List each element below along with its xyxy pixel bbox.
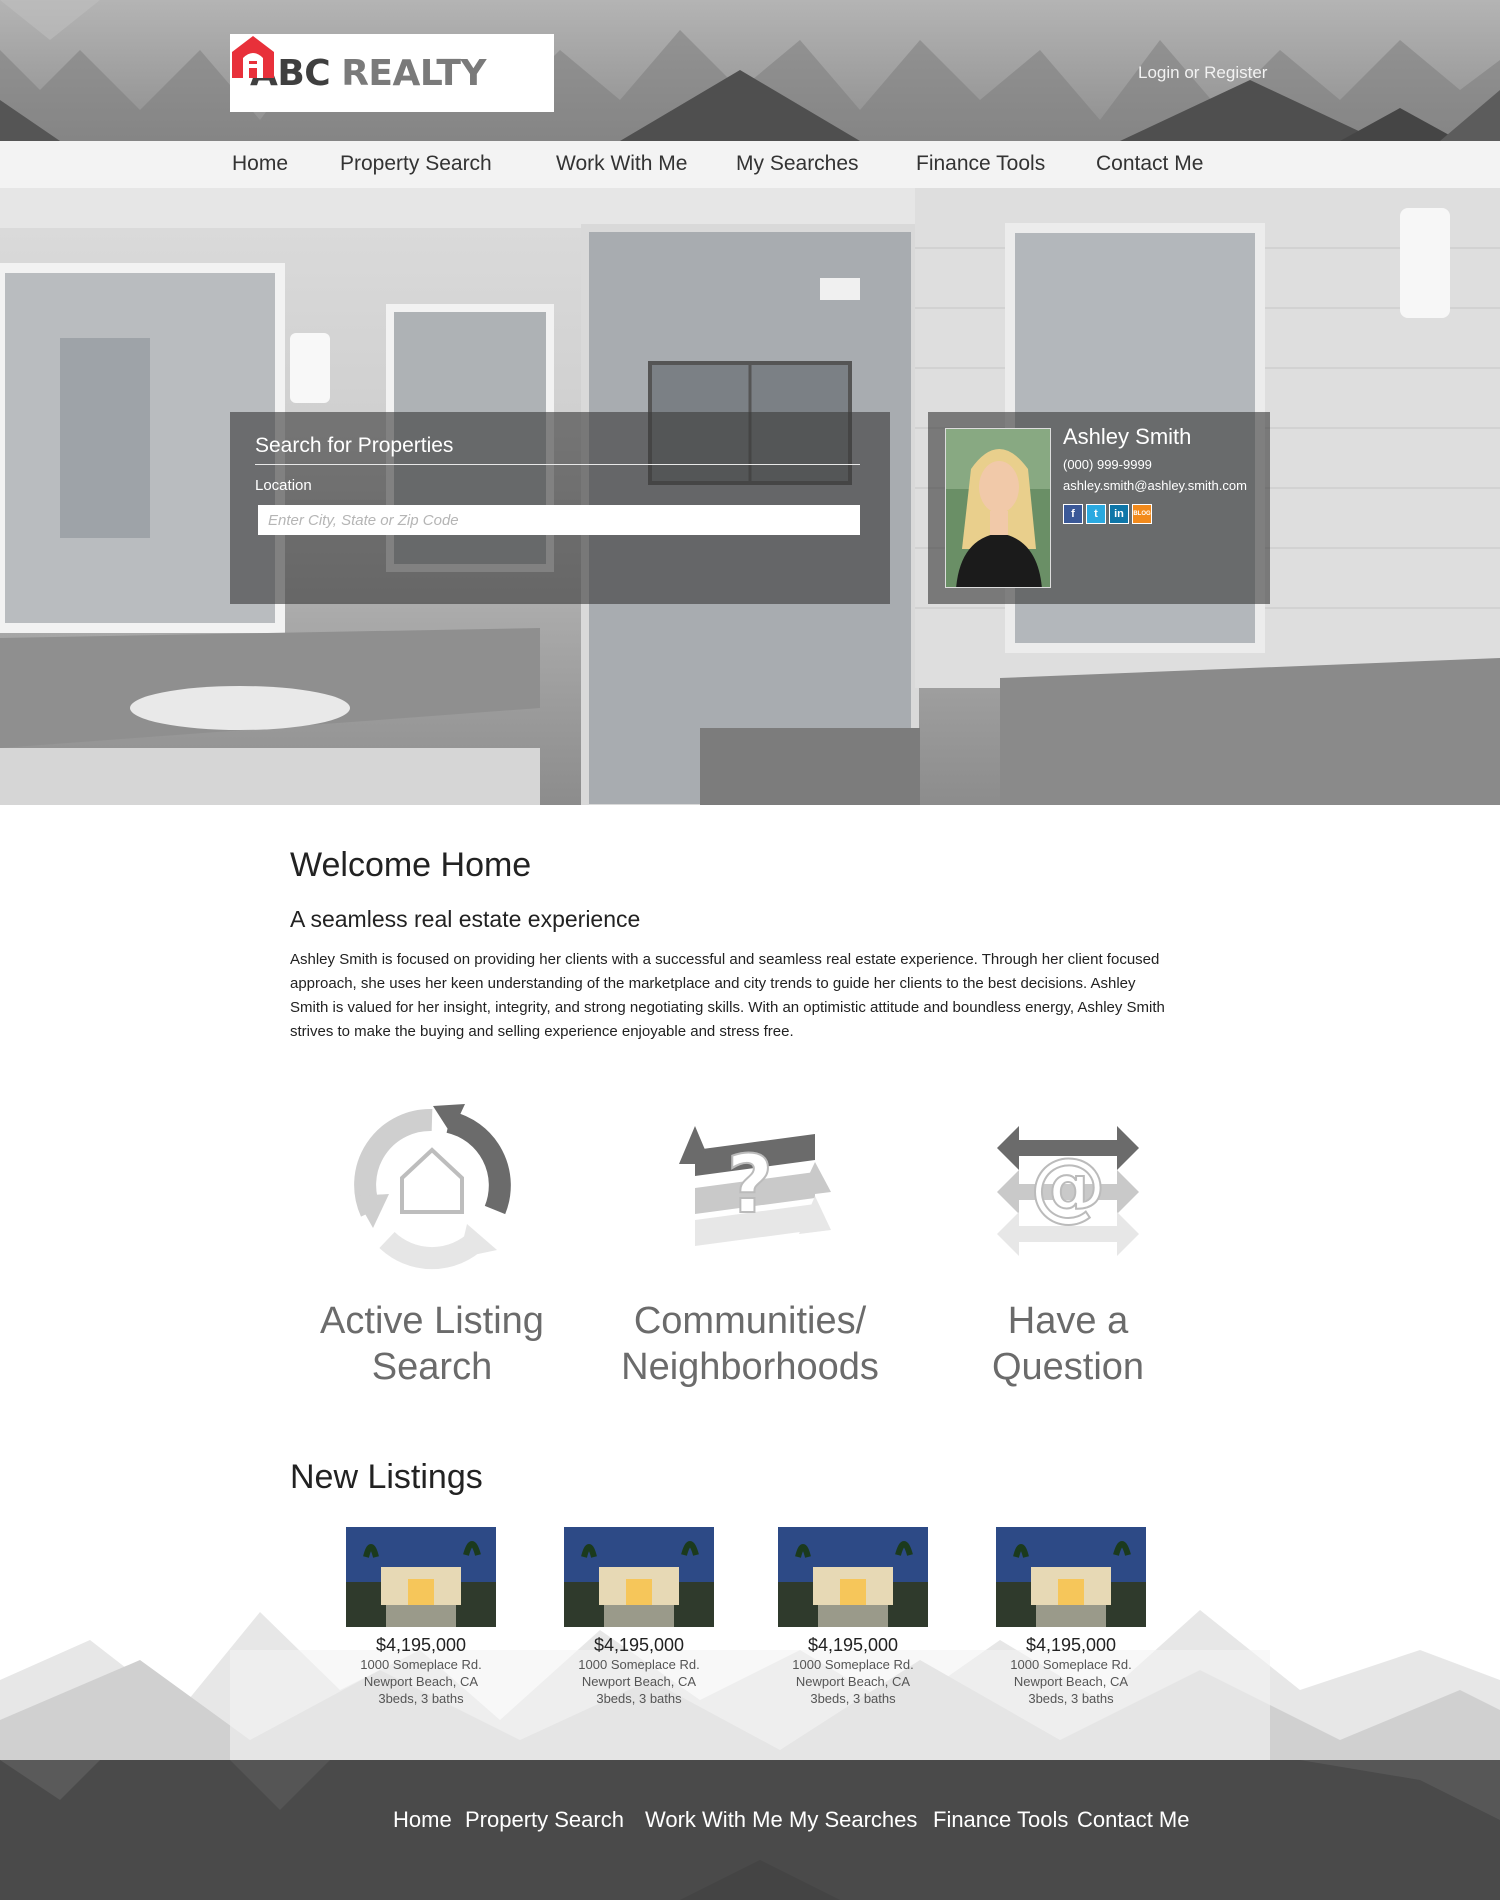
linkedin-icon[interactable]: in xyxy=(1109,504,1129,524)
divider xyxy=(255,464,860,465)
agent-card: Ashley Smith (000) 999-9999 ashley.smith… xyxy=(928,412,1270,604)
listing-address: 1000 Someplace Rd. xyxy=(578,1657,700,1672)
login-register-link[interactable]: Login or Register xyxy=(1138,63,1267,83)
listing-address: 1000 Someplace Rd. xyxy=(360,1657,482,1672)
listing-card[interactable]: $4,195,000 1000 Someplace Rd. Newport Be… xyxy=(991,1527,1151,1707)
welcome-subtitle: A seamless real estate experience xyxy=(290,906,641,932)
nav-property-search[interactable]: Property Search xyxy=(340,152,492,176)
feature-label: Communities/Neighborhoods xyxy=(621,1300,879,1388)
mountain-background-pattern xyxy=(0,1610,1500,1760)
hero-banner: Search for Properties Location Ashley Sm… xyxy=(0,188,1500,805)
listing-photo xyxy=(996,1527,1146,1627)
listing-card[interactable]: $4,195,000 1000 Someplace Rd. Newport Be… xyxy=(773,1527,933,1707)
svg-text:?: ? xyxy=(727,1138,773,1231)
agent-phone: (000) 999-9999 xyxy=(1063,457,1152,472)
listing-price: $4,195,000 xyxy=(375,1635,467,1655)
listing-details: 3beds, 3 baths xyxy=(596,1691,682,1706)
agent-photo xyxy=(945,428,1051,588)
welcome-title: Welcome Home xyxy=(290,846,532,884)
blog-icon[interactable]: BLOG xyxy=(1132,504,1152,524)
footer: Home Property Search Work With Me My Sea… xyxy=(0,1760,1500,1900)
listing-card[interactable]: $4,195,000 1000 Someplace Rd. Newport Be… xyxy=(341,1527,501,1707)
nav-my-searches[interactable]: My Searches xyxy=(736,152,859,176)
footer-nav-property-search[interactable]: Property Search xyxy=(465,1807,624,1833)
have-a-question-feature[interactable]: @ Have a Question xyxy=(918,1100,1218,1390)
listing-details: 3beds, 3 baths xyxy=(1028,1691,1114,1706)
nav-work-with-me[interactable]: Work With Me xyxy=(556,152,687,176)
house-cycle-icon xyxy=(354,1104,511,1270)
listing-photo xyxy=(564,1527,714,1627)
listing-city: Newport Beach, CA xyxy=(581,1674,697,1689)
brand-name-rest: REALTY xyxy=(341,52,486,94)
listing-price: $4,195,000 xyxy=(593,1635,685,1655)
property-search-panel: Search for Properties Location xyxy=(230,412,890,604)
nav-home[interactable]: Home xyxy=(232,152,288,176)
twitter-icon[interactable]: t xyxy=(1086,504,1106,524)
listing-address: 1000 Someplace Rd. xyxy=(1010,1657,1132,1672)
communities-neighborhoods-feature[interactable]: ? Communities/Neighborhoods xyxy=(600,1100,900,1390)
location-input[interactable] xyxy=(258,505,860,535)
house-logo-icon xyxy=(232,36,274,78)
listing-city: Newport Beach, CA xyxy=(1013,1674,1129,1689)
listing-details: 3beds, 3 baths xyxy=(378,1691,464,1706)
agent-email-link[interactable]: ashley.smith@ashley.smith.com xyxy=(1063,478,1247,493)
listing-address: 1000 Someplace Rd. xyxy=(792,1657,914,1672)
nav-finance-tools[interactable]: Finance Tools xyxy=(916,152,1045,176)
feature-label: Have a Question xyxy=(991,1300,1145,1388)
logo[interactable]: ABC REALTY xyxy=(230,34,554,112)
svg-text:@: @ xyxy=(1030,1141,1106,1230)
feature-label: Active Listing Search xyxy=(320,1300,544,1388)
social-links: f t in BLOG xyxy=(1063,504,1152,524)
listing-photo xyxy=(346,1527,496,1627)
facebook-icon[interactable]: f xyxy=(1063,504,1083,524)
footer-nav-finance-tools[interactable]: Finance Tools xyxy=(933,1807,1068,1833)
active-listing-search-feature[interactable]: Active Listing Search xyxy=(282,1100,582,1390)
main-nav: Home Property Search Work With Me My Sea… xyxy=(0,141,1500,188)
listing-card[interactable]: $4,195,000 1000 Someplace Rd. Newport Be… xyxy=(559,1527,719,1707)
listing-price: $4,195,000 xyxy=(807,1635,899,1655)
footer-nav-home[interactable]: Home xyxy=(393,1807,452,1833)
listing-details: 3beds, 3 baths xyxy=(810,1691,896,1706)
footer-nav-my-searches[interactable]: My Searches xyxy=(789,1807,917,1833)
listing-price: $4,195,000 xyxy=(1025,1635,1117,1655)
footer-nav-work-with-me[interactable]: Work With Me xyxy=(645,1807,783,1833)
question-arrows-icon: ? xyxy=(679,1126,831,1246)
agent-name: Ashley Smith xyxy=(1063,424,1192,449)
header: ABC REALTY Login or Register xyxy=(0,0,1500,141)
listing-photo xyxy=(778,1527,928,1627)
new-listings-title: New Listings xyxy=(290,1458,483,1496)
welcome-body: Ashley Smith is focused on providing her… xyxy=(290,951,1165,1040)
nav-contact-me[interactable]: Contact Me xyxy=(1096,152,1203,176)
email-arrows-icon: @ xyxy=(997,1126,1139,1256)
footer-nav-contact-me[interactable]: Contact Me xyxy=(1077,1807,1190,1833)
header-mountain-pattern xyxy=(0,0,1500,141)
listing-city: Newport Beach, CA xyxy=(795,1674,911,1689)
search-panel-title: Search for Properties xyxy=(255,434,454,457)
listing-city: Newport Beach, CA xyxy=(363,1674,479,1689)
location-label: Location xyxy=(255,477,312,494)
